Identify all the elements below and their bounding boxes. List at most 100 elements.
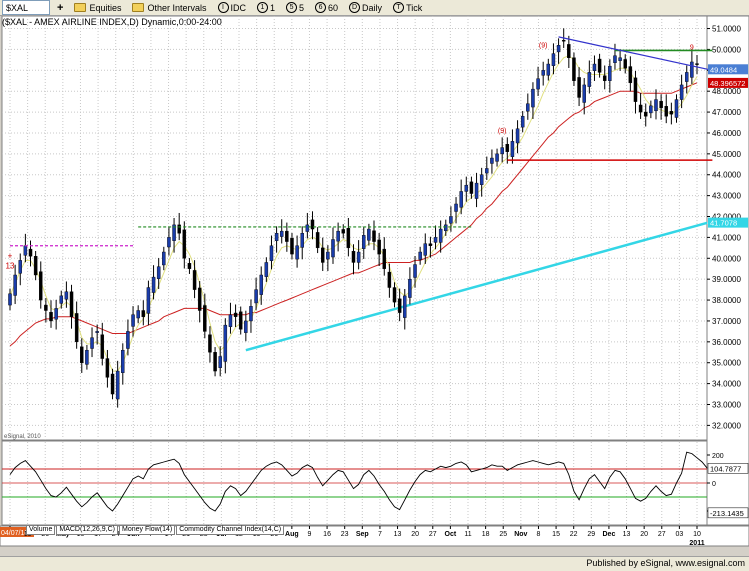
candle-body [423,243,428,256]
price-tick-label: 41.0000 [712,233,741,242]
add-button[interactable]: + [53,0,67,15]
tick-button[interactable]: T Tick [389,0,426,15]
time-tick-label: 29 [587,531,595,538]
candle-body [510,141,515,157]
price-tick-label: 50.0000 [712,45,741,54]
candle-body [269,245,274,261]
candle-body [95,331,99,333]
candle-body [664,106,668,117]
candle-body [259,274,263,295]
time-tick-label: 27 [658,531,666,538]
interval-5-button[interactable]: 55 [282,0,308,15]
tab-cci[interactable]: Commodity Channel Index(14,C) [176,525,285,535]
candle-body [203,305,207,332]
candle-body [413,264,417,278]
candle-body [546,63,551,76]
candle-body [669,111,674,115]
candle-body [228,314,233,327]
candle-body [592,63,597,71]
time-tick-label: 7 [378,531,382,538]
candle-body [449,216,453,224]
candle-body [643,111,648,117]
time-tick-label: 9 [308,531,312,538]
candle-body [274,233,279,241]
price-tick-label: 43.0000 [712,192,741,201]
tab-macd[interactable]: MACD(12,26,9,C) [56,525,118,535]
candle-body [136,310,140,319]
interval-60-button[interactable]: 6 60 [311,0,342,15]
candle-body [474,182,479,199]
circle-icon: 6 [315,2,327,13]
candle-body [285,230,289,242]
candle-body [131,314,135,327]
candle-body [8,293,12,306]
candle-body [387,271,392,288]
candle-body [602,75,607,81]
chart-svg[interactable]: 51.000050.000049.000048.000047.000046.00… [0,16,749,556]
candle-body [403,295,407,318]
other-intervals-button[interactable]: Other Intervals [128,0,210,15]
interval-1-button[interactable]: 11 [253,0,279,15]
candle-body [397,298,402,313]
candle-body [638,104,643,113]
tick-label: Tick [406,2,423,13]
time-tick-label: 13 [394,531,402,538]
candle-body [628,66,633,84]
time-tick-label: Oct [445,531,457,538]
candle-body [126,331,130,349]
chart-title: ($XAL - AMEX AIRLINE INDEX,D) Dynamic,0:… [2,17,222,27]
candle-body [382,248,386,269]
sequential-mark: (9) [498,128,507,135]
tab-money-flow[interactable]: Money Flow(14) [119,525,176,535]
time-tick-label: 8 [537,531,541,538]
sequential-mark: 9 [690,44,694,51]
candle-body [279,230,284,237]
candle-body [254,289,258,304]
candle-body [192,270,197,290]
price-tick-label: 39.0000 [712,275,741,284]
candle-body [49,311,53,322]
candle-body [162,251,166,266]
candle-body [244,320,248,333]
daily-button[interactable]: D Daily [345,0,386,15]
time-tick-label: Aug [285,531,299,538]
idc-button[interactable]: I IDC [214,0,251,15]
interval-60-label: 60 [328,2,339,13]
footer-text: Published by eSignal, www.esignal.com [586,558,745,568]
time-tick-label: 27 [429,531,437,538]
candle-body [249,306,253,322]
candle-body [469,181,474,194]
indicator-tabs: Volume MACD(12,26,9,C) Money Flow(14) Co… [26,525,285,535]
candle-body [485,168,489,174]
candle-body [679,84,684,100]
tab-volume[interactable]: Volume [26,525,56,535]
time-tick-label: 20 [640,531,648,538]
time-tick-label: 16 [323,531,331,538]
candle-body [54,308,58,320]
candle-body [633,77,638,102]
candle-body [377,239,381,255]
candle-body [613,55,617,63]
candle-body [490,157,494,164]
plus-icon: + [57,1,64,14]
sequential-mark: (9) [539,42,548,49]
symbol-box[interactable]: $XAL [2,0,50,15]
idc-label: IDC [230,2,247,13]
candle-body [674,99,679,118]
candle-body [238,311,243,330]
candle-body [146,287,151,314]
candle-body [444,224,448,231]
candle-body [23,245,28,256]
candle-body [64,291,69,300]
time-tick-label: 13 [623,531,631,538]
candle-body [582,84,586,103]
candle-body [362,235,366,249]
candle-body [33,255,38,276]
equities-button[interactable]: Equities [70,0,125,15]
candle-body [500,147,504,155]
candle-body [141,310,146,317]
candle-body [100,334,105,359]
candle-body [80,346,84,363]
circle-icon: 1 [257,2,268,13]
time-tick-label: 11 [464,531,471,538]
